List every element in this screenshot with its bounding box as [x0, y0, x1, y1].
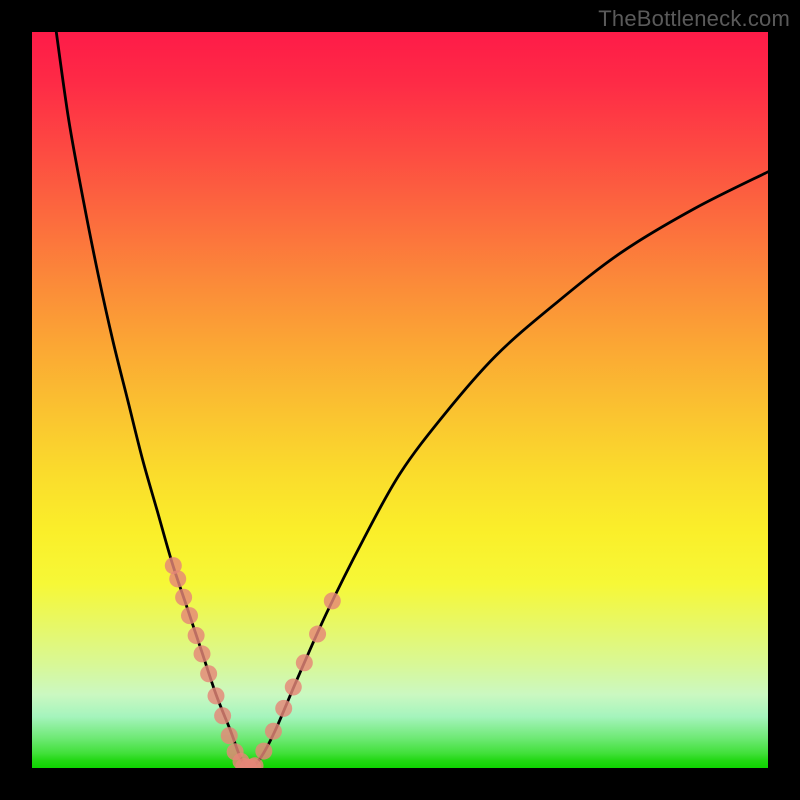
curve-layer: [32, 32, 768, 768]
chart-frame: TheBottleneck.com: [0, 0, 800, 800]
plot-area: [32, 32, 768, 768]
data-marker: [221, 727, 238, 744]
data-marker: [200, 665, 217, 682]
data-marker: [208, 687, 225, 704]
data-marker: [255, 743, 272, 760]
data-marker: [169, 570, 186, 587]
data-marker: [296, 654, 313, 671]
data-marker: [285, 679, 302, 696]
data-marker: [181, 607, 198, 624]
bottleneck-curve: [56, 32, 768, 768]
curve-path: [56, 32, 768, 768]
data-marker: [309, 626, 326, 643]
data-marker: [324, 592, 341, 609]
scatter-markers: [165, 557, 341, 768]
data-marker: [275, 700, 292, 717]
data-marker: [265, 723, 282, 740]
data-marker: [194, 645, 211, 662]
data-marker: [188, 627, 205, 644]
data-marker: [214, 707, 231, 724]
watermark-text: TheBottleneck.com: [598, 6, 790, 32]
data-marker: [175, 589, 192, 606]
